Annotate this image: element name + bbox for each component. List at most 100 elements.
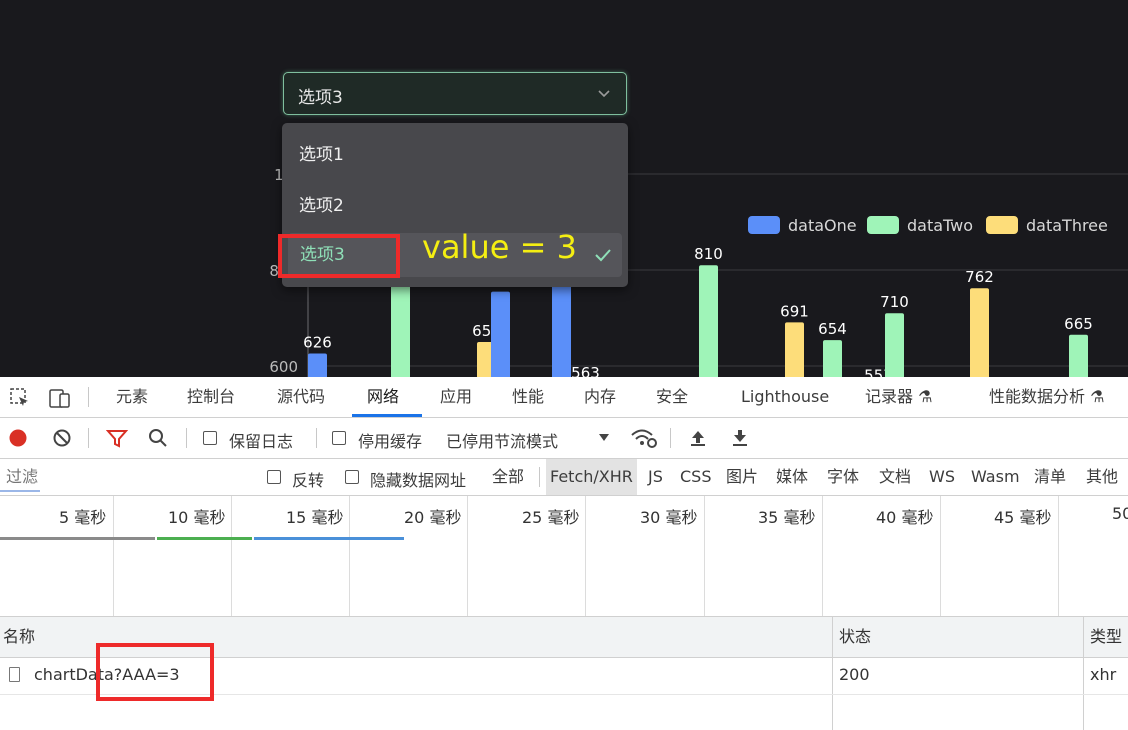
devtools-tab-bar: 元素 控制台 源代码 网络 应用 性能 内存 安全 Lighthouse 记录器… — [0, 377, 1128, 418]
network-conditions-icon[interactable] — [630, 427, 658, 449]
column-header-name[interactable]: 名称 — [3, 617, 35, 657]
document-icon — [9, 667, 20, 682]
device-toolbar-icon[interactable] — [48, 386, 72, 410]
check-icon — [595, 249, 611, 262]
tab-memory[interactable]: 内存 — [584, 377, 616, 417]
invert-label: 反转 — [292, 471, 325, 490]
tab-application[interactable]: 应用 — [440, 377, 472, 417]
type-filter-font[interactable]: 字体 — [827, 459, 859, 495]
record-icon[interactable] — [8, 428, 28, 448]
type-filter-other[interactable]: 其他 — [1086, 459, 1118, 495]
caret-down-icon[interactable] — [598, 433, 610, 443]
active-tab-indicator — [352, 414, 422, 417]
separator — [670, 428, 671, 448]
select-option-2[interactable]: 选项2 — [282, 184, 628, 228]
filter-input[interactable] — [0, 462, 245, 490]
type-filter-media[interactable]: 媒体 — [776, 459, 808, 495]
bar-datathree — [970, 288, 989, 377]
timeline-gridline — [822, 496, 823, 616]
timeline-gridline — [467, 496, 468, 616]
legend-label-dataone[interactable]: dataOne — [788, 216, 857, 235]
type-filter-manifest[interactable]: 清单 — [1034, 459, 1066, 495]
disable-cache-checkbox[interactable] — [332, 431, 346, 445]
timeline-gridline — [113, 496, 114, 616]
chevron-down-icon — [598, 90, 610, 98]
tab-lighthouse[interactable]: Lighthouse — [741, 377, 829, 417]
export-har-icon[interactable] — [730, 428, 750, 448]
timeline-bar-queued — [157, 537, 252, 540]
bar-data-label: 654 — [818, 320, 847, 338]
request-status: 200 — [839, 665, 870, 684]
throttling-select[interactable]: 已停用节流模式 — [446, 428, 558, 452]
legend-label-datathree[interactable]: dataThree — [1026, 216, 1108, 235]
tab-performance[interactable]: 性能 — [512, 377, 544, 417]
bar-datatwo — [823, 340, 842, 377]
timeline-bar-download — [254, 537, 404, 540]
separator — [88, 387, 89, 407]
timeline-tick-label: 10 毫秒 — [168, 508, 226, 527]
network-filter-bar: 反转 隐藏数据网址 全部 Fetch/XHR JS CSS 图片 媒体 字体 文… — [0, 459, 1128, 496]
inspect-element-icon[interactable] — [9, 387, 31, 409]
tab-recorder[interactable]: 记录器 ⚗ — [865, 377, 932, 417]
column-header-status[interactable]: 状态 — [839, 617, 871, 657]
timeline-tick-label: 50 — [1112, 504, 1128, 523]
timeline-gridline — [585, 496, 586, 616]
separator — [186, 428, 187, 448]
preserve-log-label: 保留日志 — [229, 432, 294, 451]
bar-data-label: 563 — [571, 364, 600, 377]
timeline-tick-label: 45 毫秒 — [994, 508, 1052, 527]
bar-data-label: 626 — [303, 334, 332, 352]
option-select[interactable]: 选项3 — [283, 72, 627, 115]
network-toolbar: 保留日志 停用缓存 已停用节流模式 — [0, 418, 1128, 459]
bar-datatwo — [885, 313, 904, 377]
timeline-gridline — [231, 496, 232, 616]
hide-data-urls-label: 隐藏数据网址 — [370, 471, 467, 490]
type-filter-fetch-xhr[interactable]: Fetch/XHR — [546, 459, 637, 495]
type-filter-all[interactable]: 全部 — [492, 459, 524, 495]
tab-sources[interactable]: 源代码 — [277, 377, 325, 417]
bar-dataone — [491, 291, 510, 377]
disable-cache-label: 停用缓存 — [358, 432, 423, 451]
bar-data-label: 762 — [965, 268, 994, 286]
bar-data-label: 665 — [1064, 315, 1093, 333]
annotation-value-text: value = 3 — [422, 228, 577, 266]
type-filter-css[interactable]: CSS — [680, 459, 711, 495]
select-current-value: 选项3 — [298, 88, 343, 108]
clear-icon[interactable] — [52, 428, 72, 448]
timeline-tick-label: 35 毫秒 — [758, 508, 816, 527]
network-timeline-overview[interactable]: 5 毫秒 10 毫秒 15 毫秒 20 毫秒 25 毫秒 30 毫秒 35 毫秒… — [0, 496, 1128, 617]
tab-console[interactable]: 控制台 — [187, 377, 235, 417]
filter-input-underline — [0, 490, 40, 492]
timeline-tick-label: 15 毫秒 — [286, 508, 344, 527]
type-filter-wasm[interactable]: Wasm — [971, 459, 1020, 495]
legend-label-datatwo[interactable]: dataTwo — [907, 216, 973, 235]
type-filter-img[interactable]: 图片 — [726, 459, 758, 495]
select-option-1[interactable]: 选项1 — [282, 133, 628, 177]
tab-performance-insights[interactable]: 性能数据分析 ⚗ — [989, 377, 1104, 417]
timeline-tick-label: 20 毫秒 — [404, 508, 462, 527]
import-har-icon[interactable] — [688, 428, 708, 448]
legend-swatch-datatwo — [867, 216, 899, 234]
invert-checkbox[interactable] — [267, 470, 281, 484]
bar-datathree — [785, 322, 804, 377]
bar-data-label: 691 — [780, 302, 809, 320]
search-icon[interactable] — [148, 428, 168, 448]
request-type: xhr — [1090, 665, 1117, 684]
separator — [539, 467, 540, 487]
hide-data-urls-checkbox[interactable] — [345, 470, 359, 484]
tab-elements[interactable]: 元素 — [116, 377, 148, 417]
column-header-type[interactable]: 类型 — [1090, 617, 1122, 657]
legend-swatch-dataone — [748, 216, 780, 234]
preserve-log-checkbox[interactable] — [203, 431, 217, 445]
type-filter-doc[interactable]: 文档 — [879, 459, 911, 495]
tab-network[interactable]: 网络 — [367, 377, 399, 417]
type-filter-js[interactable]: JS — [648, 459, 663, 495]
tab-security[interactable]: 安全 — [656, 377, 688, 417]
bar-data-label: 710 — [880, 293, 909, 311]
app-area: 6008001,06266507555635318106916545577107… — [0, 0, 1128, 377]
bar-data-label: 810 — [694, 245, 723, 263]
type-filter-ws[interactable]: WS — [929, 459, 955, 495]
timeline-tick-label: 5 毫秒 — [59, 508, 107, 527]
y-axis-tick-label: 600 — [269, 358, 298, 376]
filter-icon[interactable] — [106, 428, 128, 448]
